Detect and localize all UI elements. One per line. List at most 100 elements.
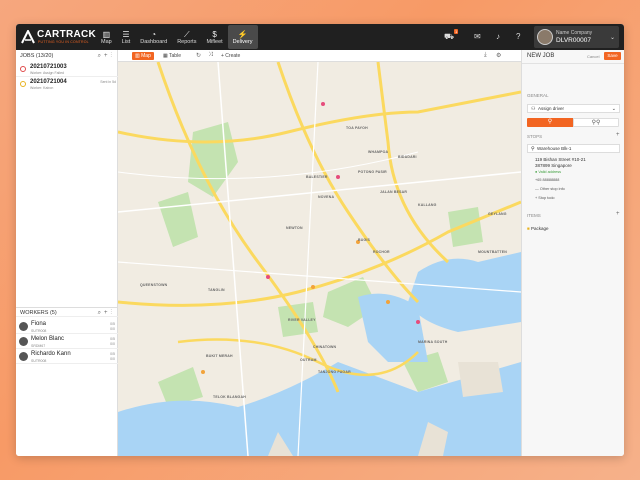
stop-todo-text: Stop todo — [538, 196, 555, 200]
driver-select[interactable]: ⚇ Assign driver ⌄ — [527, 104, 620, 113]
job-item[interactable]: 20210721004 Worker: Kairon Sent in 5d — [16, 77, 118, 92]
workers-header: WORKERS (5) ⌕+⋮ — [16, 307, 118, 317]
map-canvas — [118, 62, 521, 456]
worker-stats: 0/5 0/0 — [110, 322, 115, 332]
user-id: DLVR00007 — [556, 37, 591, 44]
list-icon: ☰ — [122, 29, 130, 39]
stop-name-value: Warehouse Blk-1 — [537, 146, 572, 151]
worker-name: Fiona — [31, 321, 47, 327]
workers-title: WORKERS (5) — [20, 310, 57, 316]
help-icon[interactable]: ? — [516, 32, 520, 41]
map-label: OUTRAM — [300, 358, 317, 362]
worker-item[interactable]: Fiona SUTR008 0/5 0/0 — [16, 319, 118, 334]
alert-icon — [20, 66, 26, 72]
cancel-button[interactable]: Cancel — [587, 54, 599, 59]
add-item-icon[interactable]: + — [616, 211, 620, 217]
map-label: TELOK BLANGAH — [213, 395, 246, 399]
divider — [522, 63, 624, 64]
items-label: ITEMS — [527, 213, 541, 218]
top-bar: CARTRACK PUTTING YOU IN CONTROL ▥ Map ☰ Li… — [16, 24, 624, 50]
download-icon[interactable]: ⤓ — [484, 52, 487, 59]
pin-toggle[interactable]: ⚲ — [527, 118, 573, 127]
worker-stats: 0/5 0/0 — [110, 337, 115, 347]
panel-title: NEW JOB — [527, 53, 555, 59]
shuffle-icon[interactable]: ⤨ — [208, 52, 213, 59]
truck-icon[interactable]: ⛟ — [444, 32, 454, 42]
job-item[interactable]: 20210721003 Worker: Assign Failed — [16, 62, 118, 77]
nav-delivery[interactable]: ⚡ Delivery — [227, 25, 258, 49]
nav-reports-label: Reports — [177, 38, 197, 45]
more-icon[interactable]: ⋮ — [110, 53, 115, 59]
company-name: Name Company — [556, 30, 593, 36]
clock-icon — [20, 81, 26, 87]
nav-list[interactable]: ☰ List — [117, 25, 136, 49]
worker-stat-1: 0/5 — [110, 352, 115, 356]
account-menu[interactable]: Name Company DLVR00007 ⌄ — [534, 26, 619, 48]
job-status: Worker: Assign Failed — [30, 71, 64, 75]
more-icon[interactable]: ⋮ — [110, 310, 115, 316]
add-stop-icon[interactable]: + — [616, 132, 620, 138]
stop-address-1: 119 Bishan Street #10-21 — [535, 157, 586, 162]
stop-todo[interactable]: + Stop todo — [535, 196, 555, 200]
package-item[interactable]: ■ Package — [527, 226, 548, 231]
worker-stat-2: 0/0 — [110, 327, 115, 331]
dollar-icon: $ — [212, 29, 217, 39]
job-id: 20210721003 — [30, 64, 67, 70]
nav-dashboard[interactable]: ◔ Dashboard — [135, 25, 172, 49]
nav-dashboard-label: Dashboard — [140, 38, 168, 45]
create-button[interactable]: + Create — [218, 52, 243, 60]
mail-icon[interactable]: ✉ — [474, 32, 481, 41]
nav-map[interactable]: ▥ Map — [96, 25, 117, 49]
valid-address: ● Valid address — [535, 170, 561, 174]
nav-list-label: List — [121, 38, 131, 45]
map-label: MOUNTBATTEN — [478, 250, 507, 254]
worker-stat-1: 0/5 — [110, 337, 115, 341]
map-label: RIVER VALLEY — [288, 318, 316, 322]
worker-stats: 0/5 0/0 — [110, 352, 115, 362]
general-label: GENERAL — [527, 93, 549, 98]
bell-icon[interactable]: ♪ — [496, 32, 500, 41]
map-label: NEWTON — [286, 226, 303, 230]
nav-mifleet[interactable]: $ Mifleet — [201, 25, 227, 49]
worker-item[interactable]: Richardo Kann SUTR008 0/5 0/0 — [16, 349, 118, 364]
worker-item[interactable]: Melon Blanc SRDM67 0/5 0/0 — [16, 334, 118, 349]
brand-name: CARTRACK — [37, 29, 97, 40]
job-sent: Sent in 5d — [100, 80, 116, 84]
map-view-button[interactable]: ▥ Map — [132, 52, 154, 60]
map-label: JALAN BESAR — [380, 190, 408, 194]
refresh-icon[interactable]: ↻ — [196, 52, 201, 59]
jobs-header: JOBS (13/20) ⌕+⋮ — [16, 51, 118, 61]
map-label: BUKIT MERAH — [206, 354, 233, 358]
worker-avatar — [19, 337, 28, 346]
stop-name-field[interactable]: ⚲ Warehouse Blk-1 — [527, 144, 620, 153]
map-view[interactable]: ▥ Map ▦ Table ↻ ⤨ + Create ⤓ ⚙ TOA PAYOH… — [118, 50, 521, 456]
nav-reports[interactable]: ⟋ Reports — [172, 25, 201, 49]
route-toggle[interactable]: ⚲⚲ — [573, 118, 619, 127]
driver-icon: ⚇ — [531, 106, 536, 112]
other-stop-info-text: Other stop info — [539, 187, 565, 191]
worker-avatar — [19, 322, 28, 331]
table-view-button[interactable]: ▦ Table — [160, 52, 184, 60]
job-id: 20210721004 — [30, 79, 67, 85]
other-stop-info[interactable]: — Other stop info — [535, 187, 565, 191]
map-label: QUEENSTOWN — [140, 283, 168, 287]
brand-tagline: PUTTING YOU IN CONTROL — [38, 40, 89, 44]
stop-address-2: 387899 Singapore — [535, 163, 572, 168]
settings-icon[interactable]: ⚙ — [496, 52, 501, 59]
notification-badge: 1 — [454, 29, 459, 34]
jobs-title: JOBS (13/20) — [20, 53, 54, 59]
worker-stat-2: 0/0 — [110, 342, 115, 346]
worker-code: SUTR008 — [31, 329, 47, 333]
map-toolbar: ▥ Map ▦ Table ↻ ⤨ + Create ⤓ ⚙ — [118, 50, 521, 62]
worker-stat-1: 0/5 — [110, 322, 115, 326]
pin-icon: ⚲ — [531, 146, 535, 152]
map-label: POTONG PASIR — [358, 170, 387, 174]
map-label: TANJONG PAGAR — [318, 370, 351, 374]
valid-address-text: Valid address — [538, 170, 562, 174]
dashboard-icon: ◔ — [151, 29, 157, 39]
cartrack-logo-icon — [21, 30, 35, 44]
save-button[interactable]: Save — [604, 52, 621, 60]
app-window: CARTRACK PUTTING YOU IN CONTROL ▥ Map ☰ Li… — [16, 24, 624, 456]
map-view-label: Map — [141, 53, 151, 59]
bolt-icon: ⚡ — [237, 29, 248, 39]
